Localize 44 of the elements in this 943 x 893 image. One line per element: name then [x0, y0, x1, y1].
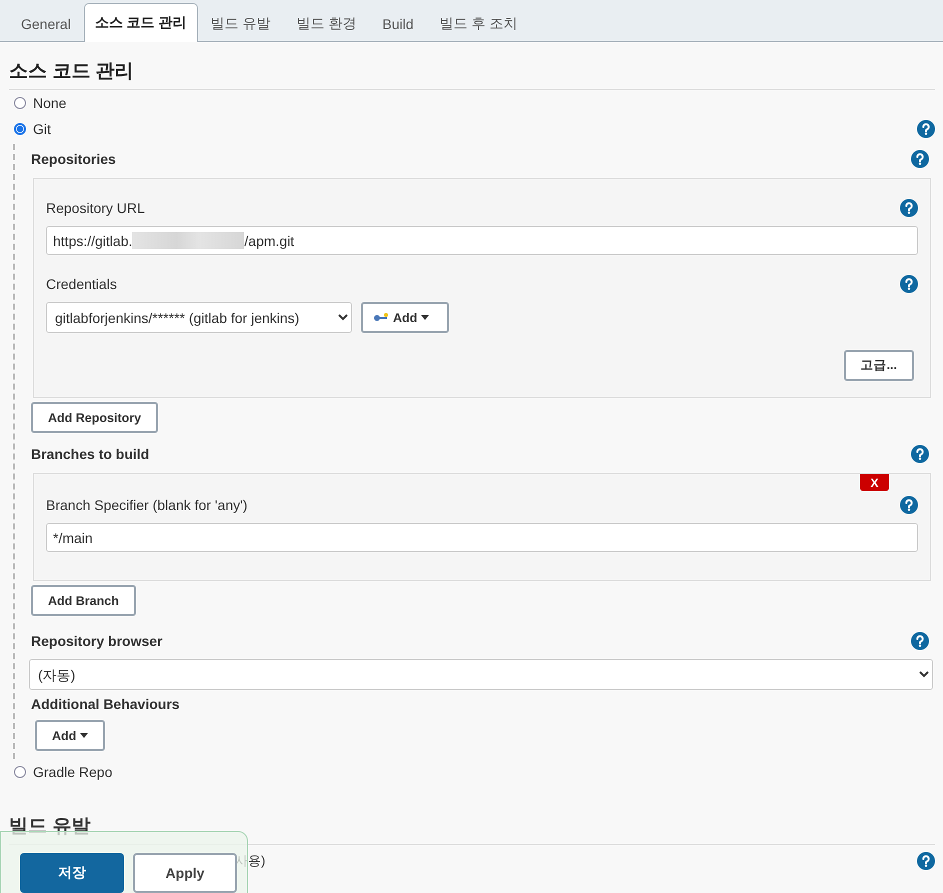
- branch-field[interactable]: */main: [46, 523, 918, 552]
- tab[interactable]: 빌드 후 조치: [426, 4, 530, 42]
- tab[interactable]: 빌드 환경: [283, 4, 370, 42]
- help-icon[interactable]: [900, 275, 918, 293]
- tab[interactable]: 소스 코드 관리: [84, 3, 198, 42]
- radio-button[interactable]: [14, 766, 26, 778]
- tab[interactable]: 빌드 유발: [198, 4, 284, 42]
- tab[interactable]: Build: [369, 4, 427, 42]
- help-icon[interactable]: [917, 852, 935, 870]
- field-label: Repository URL: [46, 200, 145, 216]
- section-title: 소스 코드 관리: [9, 58, 935, 90]
- advanced-button[interactable]: 고급...: [844, 350, 914, 381]
- radio-button[interactable]: [14, 123, 26, 135]
- field-label: Credentials: [46, 276, 117, 292]
- help-icon[interactable]: [917, 120, 935, 138]
- delete-button[interactable]: X: [860, 474, 889, 491]
- radio-label: Gradle Repo: [33, 764, 114, 780]
- key-icon: [373, 312, 389, 322]
- field-label: Repositories: [31, 151, 116, 167]
- option-label: 사용): [235, 852, 266, 870]
- field-label: Repository browser: [31, 633, 162, 649]
- apply-button[interactable]: Apply: [133, 853, 237, 893]
- tab[interactable]: General: [8, 4, 84, 42]
- radio-button[interactable]: [14, 97, 26, 109]
- add-button[interactable]: Add: [35, 720, 106, 751]
- save-button[interactable]: 저장: [20, 853, 124, 893]
- help-icon[interactable]: [900, 496, 918, 514]
- field-label: Branches to build: [31, 446, 150, 462]
- browser-select[interactable]: (자동): [29, 659, 933, 690]
- caret-icon: [421, 315, 430, 320]
- field-label: Additional Behaviours: [31, 696, 181, 712]
- add-repository-button[interactable]: Add Repository: [31, 402, 158, 433]
- credentials-select[interactable]: gitlabforjenkins/****** (gitlab for jenkins): [46, 302, 352, 333]
- radio-label: None: [33, 95, 68, 111]
- field-label: Branch Specifier (blank for 'any'): [46, 497, 248, 513]
- help-icon[interactable]: [900, 199, 918, 217]
- add-branch-button[interactable]: Add Branch: [31, 585, 136, 616]
- add-button[interactable]: Add: [361, 302, 450, 333]
- help-icon[interactable]: [911, 632, 929, 650]
- caret-icon: [80, 733, 88, 738]
- help-icon[interactable]: [911, 445, 929, 463]
- url-field[interactable]: https://gitlab. /apm.git: [46, 226, 918, 255]
- help-icon[interactable]: [911, 150, 929, 168]
- radio-label: Git: [33, 121, 52, 137]
